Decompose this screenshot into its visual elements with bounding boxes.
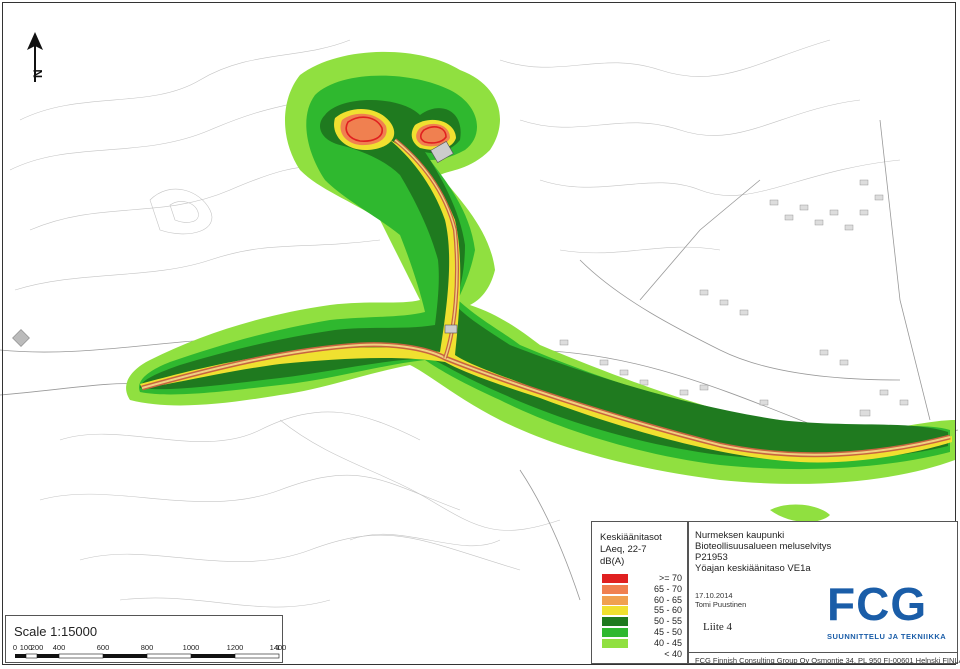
scale-bar: Scale 1:15000 0 100 200 400 600 800 1000 1200 14… bbox=[5, 615, 286, 663]
company-footer: FCG Finnish Consulting Group Oy Osmontie… bbox=[695, 656, 960, 665]
map-date: 17.10.2014 bbox=[695, 591, 733, 600]
legend-swatch bbox=[602, 617, 628, 627]
legend-level-label: 60 - 65 bbox=[653, 594, 682, 605]
title-block: Nurmeksen kaupunki Bioteollisuusalueen m… bbox=[688, 521, 960, 665]
north-arrow-icon: N bbox=[27, 32, 45, 82]
client-name: Nurmeksen kaupunki bbox=[695, 530, 785, 541]
legend-swatch bbox=[602, 574, 628, 583]
scale-tick-label: 1000 bbox=[182, 643, 200, 652]
project-number: P21953 bbox=[695, 552, 728, 563]
legend-level-label: < 40 bbox=[664, 648, 682, 659]
misc-markers bbox=[12, 329, 30, 347]
scale-tick-label: 600 bbox=[96, 643, 110, 652]
legend-level-label: 50 - 55 bbox=[653, 616, 682, 627]
scale-tick-label: 1 bbox=[275, 643, 281, 652]
legend-swatch bbox=[602, 584, 628, 594]
legend-level-label: >= 70 bbox=[658, 573, 682, 583]
scale-ruler bbox=[15, 653, 280, 659]
legend-swatch bbox=[602, 628, 628, 637]
legend-level-label: 65 - 70 bbox=[653, 583, 682, 594]
legend-level-label: 55 - 60 bbox=[653, 605, 682, 616]
legend-swatch bbox=[602, 595, 628, 605]
scale-tick-label: 200 bbox=[30, 643, 44, 652]
scale-tick-label: 800 bbox=[140, 643, 154, 652]
attachment-label: Liite 4 bbox=[703, 621, 733, 633]
legend-subtitle: LAeq, 22-7 bbox=[600, 544, 647, 555]
legend-unit: dB(A) bbox=[600, 556, 625, 567]
legend-level-label: 40 - 45 bbox=[653, 637, 682, 648]
project-name: Bioteollisuusalueen meluselvitys bbox=[695, 541, 832, 552]
legend-title: Keskiäänitasot bbox=[600, 532, 662, 543]
legend-swatch bbox=[602, 606, 628, 616]
legend-level-label: 45 - 50 bbox=[653, 627, 682, 637]
legend-swatch bbox=[602, 638, 628, 648]
map-author: Tomi Puustinen bbox=[695, 600, 747, 609]
scale-tick-label: 0 bbox=[12, 643, 18, 652]
scale-tick-label: 1200 bbox=[226, 643, 244, 652]
north-label: N bbox=[31, 69, 45, 78]
scale-title: Scale 1:15000 bbox=[14, 624, 98, 639]
map-title: Yöajan keskiäänitaso VE1a bbox=[695, 563, 811, 574]
fcg-logo: FCG SUUNNITTELU JA TEKNIIKKA bbox=[827, 578, 947, 641]
scale-tick-label: 400 bbox=[52, 643, 66, 652]
legend-swatch bbox=[602, 650, 628, 659]
zone-50-55 bbox=[140, 100, 948, 460]
legend-panel: Keskiäänitasot LAeq, 22-7 dB(A) >= 70 65 … bbox=[591, 521, 688, 664]
